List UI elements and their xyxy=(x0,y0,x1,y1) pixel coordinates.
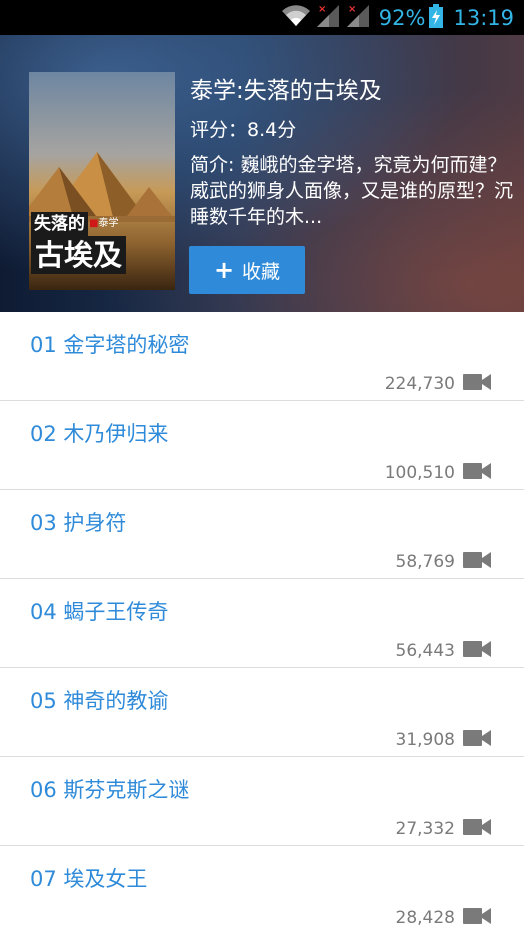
video-camera-icon xyxy=(463,373,491,395)
signal-no-sim-icon: × xyxy=(315,3,341,33)
course-description: 简介: 巍峨的金字塔，究竟为何而建？威武的狮身人面像，又是谁的原型？沉睡数千年的… xyxy=(190,154,514,228)
svg-text:×: × xyxy=(318,4,326,15)
video-camera-icon xyxy=(463,551,491,573)
pyramids-illustration xyxy=(29,152,175,222)
view-count: 58,769 xyxy=(395,552,455,572)
episode-meta: 31,908 xyxy=(396,729,491,751)
favorite-button[interactable]: + 收藏 xyxy=(189,246,305,294)
video-camera-icon xyxy=(463,729,491,751)
episode-title: 06 斯芬克斯之谜 xyxy=(30,778,190,802)
episode-meta: 58,769 xyxy=(396,551,491,573)
cover-brand-text: 泰学 xyxy=(98,218,119,229)
episode-title: 01 金字塔的秘密 xyxy=(30,333,190,357)
video-camera-icon xyxy=(463,640,491,662)
episode-meta: 28,428 xyxy=(396,907,491,929)
episode-title: 02 木乃伊归来 xyxy=(30,422,169,446)
video-camera-icon xyxy=(463,818,491,840)
video-camera-icon xyxy=(463,907,491,929)
battery-percentage: 92% xyxy=(378,5,426,30)
episode-item[interactable]: 05 神奇的教谕 31,908 xyxy=(0,668,524,757)
view-count: 28,428 xyxy=(395,908,455,928)
favorite-button-label: 收藏 xyxy=(242,260,281,283)
cover-title-line1: 失落的 xyxy=(31,212,88,236)
episode-list: 01 金字塔的秘密 224,730 02 木乃伊归来 100,510 03 护身… xyxy=(0,312,524,930)
clock: 13:19 xyxy=(453,5,514,30)
episode-item[interactable]: 06 斯芬克斯之谜 27,332 xyxy=(0,757,524,846)
episode-item[interactable]: 04 蝎子王传奇 56,443 xyxy=(0,579,524,668)
video-camera-icon xyxy=(463,462,491,484)
episode-item[interactable]: 01 金字塔的秘密 224,730 xyxy=(0,312,524,401)
view-count: 31,908 xyxy=(395,730,455,750)
episode-title: 03 护身符 xyxy=(30,511,127,535)
view-count: 27,332 xyxy=(395,819,455,839)
view-count: 56,443 xyxy=(395,641,455,661)
episode-meta: 56,443 xyxy=(396,640,491,662)
cover-title-line2: 古埃及 xyxy=(31,236,127,274)
episode-title: 05 神奇的教谕 xyxy=(30,689,169,713)
episode-title: 04 蝎子王传奇 xyxy=(30,600,169,624)
course-rating: 评分：8.4分 xyxy=(190,119,297,141)
book-cover: 失落的 ■泰学 古埃及 xyxy=(29,72,175,290)
episode-meta: 27,332 xyxy=(396,818,491,840)
svg-text:×: × xyxy=(348,4,356,15)
episode-title: 07 埃及女王 xyxy=(30,867,148,891)
cover-brand: ■泰学 xyxy=(89,217,118,231)
signal-no-sim-icon: × xyxy=(345,3,371,33)
battery-charging-icon xyxy=(429,3,444,32)
episode-item[interactable]: 02 木乃伊归来 100,510 xyxy=(0,401,524,490)
episode-meta: 100,510 xyxy=(385,462,491,484)
episode-meta: 224,730 xyxy=(385,373,491,395)
app-root: × × 92% 13:19 失落的 ■泰学 古埃及 泰学:失落的古埃及 评分：8… xyxy=(0,0,524,930)
course-title: 泰学:失落的古埃及 xyxy=(190,78,382,104)
wifi-icon xyxy=(281,4,311,32)
plus-icon: + xyxy=(213,256,235,284)
view-count: 100,510 xyxy=(384,463,455,483)
view-count: 224,730 xyxy=(384,374,455,394)
episode-item[interactable]: 03 护身符 58,769 xyxy=(0,490,524,579)
course-header: 失落的 ■泰学 古埃及 泰学:失落的古埃及 评分：8.4分 简介: 巍峨的金字塔… xyxy=(0,35,524,312)
episode-item[interactable]: 07 埃及女王 28,428 xyxy=(0,846,524,930)
status-bar: × × 92% 13:19 xyxy=(0,0,524,35)
